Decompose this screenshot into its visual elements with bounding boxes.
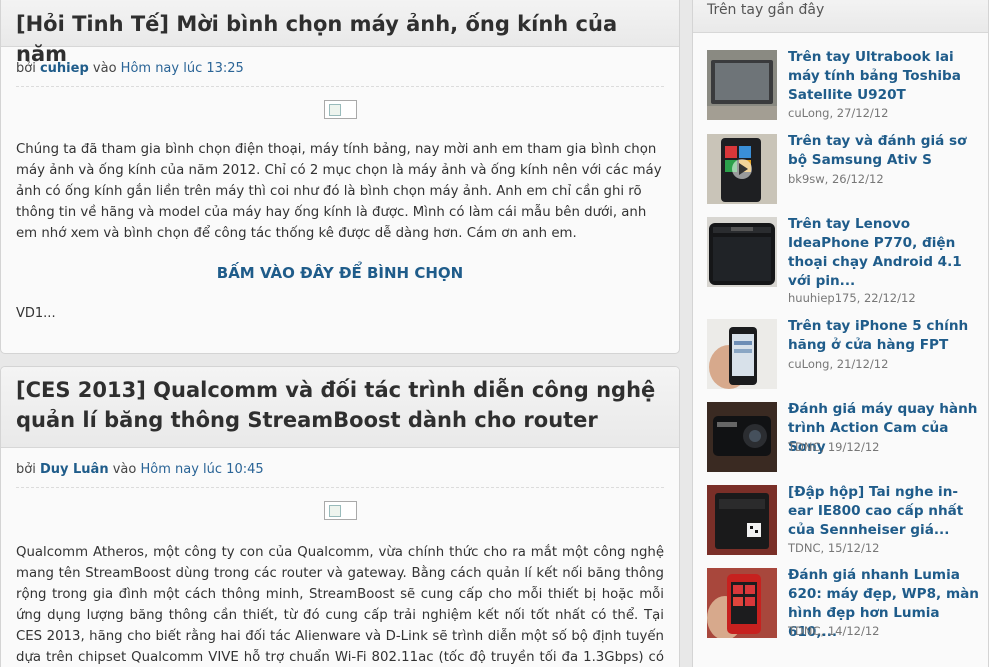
vote-link[interactable]: BẤM VÀO ĐÂY ĐỂ BÌNH CHỌN	[1, 264, 679, 282]
main-content: [Hỏi Tinh Tế] Mời bình chọn máy ảnh, ống…	[0, 0, 680, 667]
at-label: vào	[112, 462, 137, 477]
post-title[interactable]: [CES 2013] Qualcomm và đối tác trình diễ…	[1, 367, 679, 448]
thread-post: [CES 2013] Qualcomm và đối tác trình diễ…	[0, 366, 680, 667]
post-body: Qualcomm Atheros, một công ty con của Qu…	[16, 545, 664, 665]
lenovo-phone-thumb-icon[interactable]	[707, 217, 777, 287]
post-body: Chúng ta đã tham gia bình chọn điện thoạ…	[16, 142, 662, 241]
item-title-link[interactable]: Trên tay iPhone 5 chính hãng ở cửa hàng …	[788, 317, 983, 355]
post-title[interactable]: [Hỏi Tinh Tế] Mời bình chọn máy ảnh, ống…	[1, 0, 679, 66]
action-cam-thumb-icon[interactable]	[707, 402, 777, 472]
item-title-link[interactable]: Trên tay Lenovo IdeaPhone P770, điện tho…	[788, 215, 983, 291]
earphone-box-thumb-icon[interactable]	[707, 485, 777, 555]
list-item[interactable]: Trên tay Ultrabook lai máy tính bảng Tos…	[707, 48, 987, 120]
item-meta: cuLong, 21/12/12	[788, 357, 889, 371]
author-link[interactable]: Duy Luân	[40, 462, 109, 477]
item-meta: TDNC, 14/12/12	[788, 624, 880, 638]
by-label: bởi	[16, 462, 36, 477]
at-label: vào	[92, 61, 117, 76]
item-meta: bk9sw, 26/12/12	[788, 172, 884, 186]
lumia-thumb-icon[interactable]	[707, 568, 777, 638]
ultrabook-thumb-icon[interactable]	[707, 50, 777, 120]
list-item[interactable]: Đánh giá nhanh Lumia 620: máy đẹp, WP8, …	[707, 567, 987, 640]
post-meta: bởi cuhiep vào Hôm nay lúc 13:25	[16, 47, 664, 87]
list-item[interactable]: Trên tay iPhone 5 chính hãng ở cửa hàng …	[707, 317, 987, 389]
author-link[interactable]: cuhiep	[40, 61, 89, 76]
item-meta: TDNC, 19/12/12	[788, 440, 880, 454]
list-item[interactable]: Trên tay và đánh giá sơ bộ Samsung Ativ …	[707, 132, 987, 204]
list-item[interactable]: Trên tay Lenovo IdeaPhone P770, điện tho…	[707, 216, 987, 305]
phone-video-thumb-icon[interactable]	[707, 134, 777, 204]
by-label: bởi	[16, 61, 36, 76]
item-meta: huuhiep175, 22/12/12	[788, 291, 916, 305]
post-time-link[interactable]: Hôm nay lúc 13:25	[121, 61, 244, 76]
list-item[interactable]: Đánh giá máy quay hành trình Action Cam …	[707, 401, 987, 472]
post-meta: bởi Duy Luân vào Hôm nay lúc 10:45	[16, 448, 664, 488]
item-meta: TDNC, 15/12/12	[788, 541, 880, 555]
item-title-link[interactable]: Trên tay Ultrabook lai máy tính bảng Tos…	[788, 48, 983, 105]
sidebar-title: Trên tay gần đây	[693, 0, 988, 33]
item-meta: cuLong, 27/12/12	[788, 106, 889, 120]
list-item[interactable]: [Đập hộp] Tai nghe in-ear IE800 cao cấp …	[707, 483, 987, 555]
thread-post: [Hỏi Tinh Tế] Mời bình chọn máy ảnh, ống…	[0, 0, 680, 354]
recent-hands-on-sidebar: Trên tay gần đây Trên tay Ultrabook lai …	[692, 0, 989, 667]
post-excerpt-more: VD1...	[16, 306, 56, 321]
post-time-link[interactable]: Hôm nay lúc 10:45	[141, 462, 264, 477]
iphone-thumb-icon[interactable]	[707, 319, 777, 389]
item-title-link[interactable]: Trên tay và đánh giá sơ bộ Samsung Ativ …	[788, 132, 983, 170]
item-title-link[interactable]: [Đập hộp] Tai nghe in-ear IE800 cao cấp …	[788, 483, 983, 540]
broken-image-icon	[323, 100, 357, 119]
broken-image-icon	[323, 501, 357, 520]
